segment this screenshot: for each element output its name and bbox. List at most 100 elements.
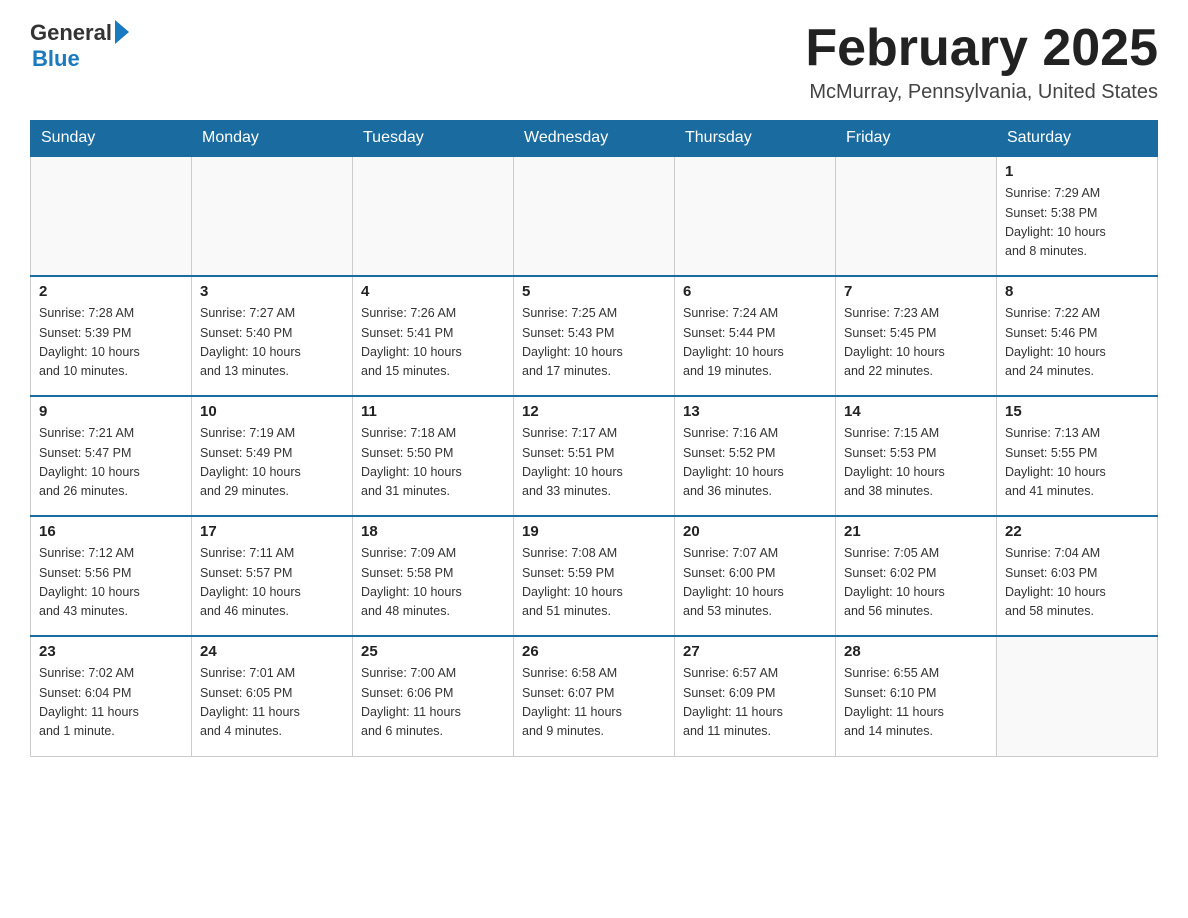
calendar-cell: 19 Sunrise: 7:08 AM Sunset: 5:59 PM Dayli… [514, 516, 675, 636]
day-number: 9 [39, 403, 183, 420]
calendar-week-row-5: 23 Sunrise: 7:02 AM Sunset: 6:04 PM Dayli… [31, 636, 1158, 756]
day-number: 8 [1005, 283, 1149, 300]
day-number: 7 [844, 283, 988, 300]
calendar-cell [31, 156, 192, 276]
title-area: February 2025 McMurray, Pennsylvania, Un… [805, 20, 1158, 104]
day-number: 4 [361, 283, 505, 300]
day-info: Sunrise: 7:27 AM Sunset: 5:40 PM Dayligh… [200, 304, 344, 382]
calendar-header-saturday: Saturday [997, 121, 1158, 157]
calendar-cell: 21 Sunrise: 7:05 AM Sunset: 6:02 PM Dayli… [836, 516, 997, 636]
day-number: 18 [361, 523, 505, 540]
day-info: Sunrise: 7:28 AM Sunset: 5:39 PM Dayligh… [39, 304, 183, 382]
day-info: Sunrise: 7:25 AM Sunset: 5:43 PM Dayligh… [522, 304, 666, 382]
day-number: 2 [39, 283, 183, 300]
calendar-cell: 16 Sunrise: 7:12 AM Sunset: 5:56 PM Dayli… [31, 516, 192, 636]
calendar-header-tuesday: Tuesday [353, 121, 514, 157]
logo-arrow-icon [115, 20, 129, 44]
calendar-header-monday: Monday [192, 121, 353, 157]
calendar-cell: 13 Sunrise: 7:16 AM Sunset: 5:52 PM Dayli… [675, 396, 836, 516]
calendar-cell: 26 Sunrise: 6:58 AM Sunset: 6:07 PM Dayli… [514, 636, 675, 756]
calendar-cell: 3 Sunrise: 7:27 AM Sunset: 5:40 PM Daylig… [192, 276, 353, 396]
calendar-cell [514, 156, 675, 276]
calendar-cell: 23 Sunrise: 7:02 AM Sunset: 6:04 PM Dayli… [31, 636, 192, 756]
calendar-week-row-4: 16 Sunrise: 7:12 AM Sunset: 5:56 PM Dayli… [31, 516, 1158, 636]
calendar-cell: 27 Sunrise: 6:57 AM Sunset: 6:09 PM Dayli… [675, 636, 836, 756]
calendar-cell: 14Sunrise: 7:15 AM Sunset: 5:53 PM Dayli… [836, 396, 997, 516]
logo-general-text: General [30, 20, 112, 46]
day-number: 22 [1005, 523, 1149, 540]
day-number: 12 [522, 403, 666, 420]
day-number: 16 [39, 523, 183, 540]
day-number: 23 [39, 643, 183, 660]
day-info: Sunrise: 7:17 AM Sunset: 5:51 PM Dayligh… [522, 424, 666, 502]
calendar-cell [192, 156, 353, 276]
calendar-cell: 18 Sunrise: 7:09 AM Sunset: 5:58 PM Dayli… [353, 516, 514, 636]
calendar-cell: 17 Sunrise: 7:11 AM Sunset: 5:57 PM Dayli… [192, 516, 353, 636]
calendar-cell: 4 Sunrise: 7:26 AM Sunset: 5:41 PM Daylig… [353, 276, 514, 396]
day-info: Sunrise: 7:16 AM Sunset: 5:52 PM Dayligh… [683, 424, 827, 502]
month-title: February 2025 [805, 20, 1158, 77]
day-info: Sunrise: 7:18 AM Sunset: 5:50 PM Dayligh… [361, 424, 505, 502]
day-number: 1 [1005, 163, 1149, 180]
day-number: 6 [683, 283, 827, 300]
calendar-cell: 12 Sunrise: 7:17 AM Sunset: 5:51 PM Dayli… [514, 396, 675, 516]
calendar-header-thursday: Thursday [675, 121, 836, 157]
day-info: Sunrise: 7:04 AM Sunset: 6:03 PM Dayligh… [1005, 544, 1149, 622]
calendar-cell [353, 156, 514, 276]
day-number: 13 [683, 403, 827, 420]
day-info: Sunrise: 7:11 AM Sunset: 5:57 PM Dayligh… [200, 544, 344, 622]
day-info: Sunrise: 7:19 AM Sunset: 5:49 PM Dayligh… [200, 424, 344, 502]
calendar-cell: 25 Sunrise: 7:00 AM Sunset: 6:06 PM Dayli… [353, 636, 514, 756]
day-info: Sunrise: 7:07 AM Sunset: 6:00 PM Dayligh… [683, 544, 827, 622]
day-info: Sunrise: 6:55 AM Sunset: 6:10 PM Dayligh… [844, 664, 988, 742]
day-info: Sunrise: 7:29 AM Sunset: 5:38 PM Dayligh… [1005, 184, 1149, 262]
day-number: 21 [844, 523, 988, 540]
calendar-cell: 24Sunrise: 7:01 AM Sunset: 6:05 PM Dayli… [192, 636, 353, 756]
calendar-header-friday: Friday [836, 121, 997, 157]
day-info: Sunrise: 7:05 AM Sunset: 6:02 PM Dayligh… [844, 544, 988, 622]
calendar-cell: 2 Sunrise: 7:28 AM Sunset: 5:39 PM Daylig… [31, 276, 192, 396]
day-number: 3 [200, 283, 344, 300]
day-number: 19 [522, 523, 666, 540]
day-info: Sunrise: 7:08 AM Sunset: 5:59 PM Dayligh… [522, 544, 666, 622]
calendar-cell: 10 Sunrise: 7:19 AM Sunset: 5:49 PM Dayli… [192, 396, 353, 516]
calendar-week-row-2: 2 Sunrise: 7:28 AM Sunset: 5:39 PM Daylig… [31, 276, 1158, 396]
day-number: 28 [844, 643, 988, 660]
calendar-cell: 15 Sunrise: 7:13 AM Sunset: 5:55 PM Dayli… [997, 396, 1158, 516]
calendar-cell: 5Sunrise: 7:25 AM Sunset: 5:43 PM Daylig… [514, 276, 675, 396]
day-info: Sunrise: 7:00 AM Sunset: 6:06 PM Dayligh… [361, 664, 505, 742]
day-number: 25 [361, 643, 505, 660]
calendar-cell: 11 Sunrise: 7:18 AM Sunset: 5:50 PM Dayli… [353, 396, 514, 516]
day-info: Sunrise: 7:13 AM Sunset: 5:55 PM Dayligh… [1005, 424, 1149, 502]
calendar-cell [836, 156, 997, 276]
logo-blue-text: Blue [32, 46, 80, 72]
day-number: 11 [361, 403, 505, 420]
day-number: 20 [683, 523, 827, 540]
day-info: Sunrise: 7:12 AM Sunset: 5:56 PM Dayligh… [39, 544, 183, 622]
day-info: Sunrise: 7:02 AM Sunset: 6:04 PM Dayligh… [39, 664, 183, 742]
day-number: 24 [200, 643, 344, 660]
day-info: Sunrise: 7:23 AM Sunset: 5:45 PM Dayligh… [844, 304, 988, 382]
day-number: 26 [522, 643, 666, 660]
calendar-cell [675, 156, 836, 276]
logo: General Blue [30, 20, 129, 72]
day-info: Sunrise: 7:09 AM Sunset: 5:58 PM Dayligh… [361, 544, 505, 622]
calendar-cell [997, 636, 1158, 756]
day-number: 17 [200, 523, 344, 540]
calendar-cell: 6Sunrise: 7:24 AM Sunset: 5:44 PM Daylig… [675, 276, 836, 396]
location-subtitle: McMurray, Pennsylvania, United States [805, 81, 1158, 104]
calendar-week-row-1: 1 Sunrise: 7:29 AM Sunset: 5:38 PM Daylig… [31, 156, 1158, 276]
day-number: 27 [683, 643, 827, 660]
calendar-cell: 1 Sunrise: 7:29 AM Sunset: 5:38 PM Daylig… [997, 156, 1158, 276]
day-info: Sunrise: 6:57 AM Sunset: 6:09 PM Dayligh… [683, 664, 827, 742]
calendar-week-row-3: 9 Sunrise: 7:21 AM Sunset: 5:47 PM Daylig… [31, 396, 1158, 516]
day-info: Sunrise: 7:26 AM Sunset: 5:41 PM Dayligh… [361, 304, 505, 382]
day-number: 10 [200, 403, 344, 420]
day-info: Sunrise: 6:58 AM Sunset: 6:07 PM Dayligh… [522, 664, 666, 742]
day-number: 15 [1005, 403, 1149, 420]
calendar-cell: 9 Sunrise: 7:21 AM Sunset: 5:47 PM Daylig… [31, 396, 192, 516]
day-info: Sunrise: 7:22 AM Sunset: 5:46 PM Dayligh… [1005, 304, 1149, 382]
day-info: Sunrise: 7:21 AM Sunset: 5:47 PM Dayligh… [39, 424, 183, 502]
page-header: General Blue February 2025 McMurray, Pen… [30, 20, 1158, 104]
calendar-cell: 22 Sunrise: 7:04 AM Sunset: 6:03 PM Dayli… [997, 516, 1158, 636]
